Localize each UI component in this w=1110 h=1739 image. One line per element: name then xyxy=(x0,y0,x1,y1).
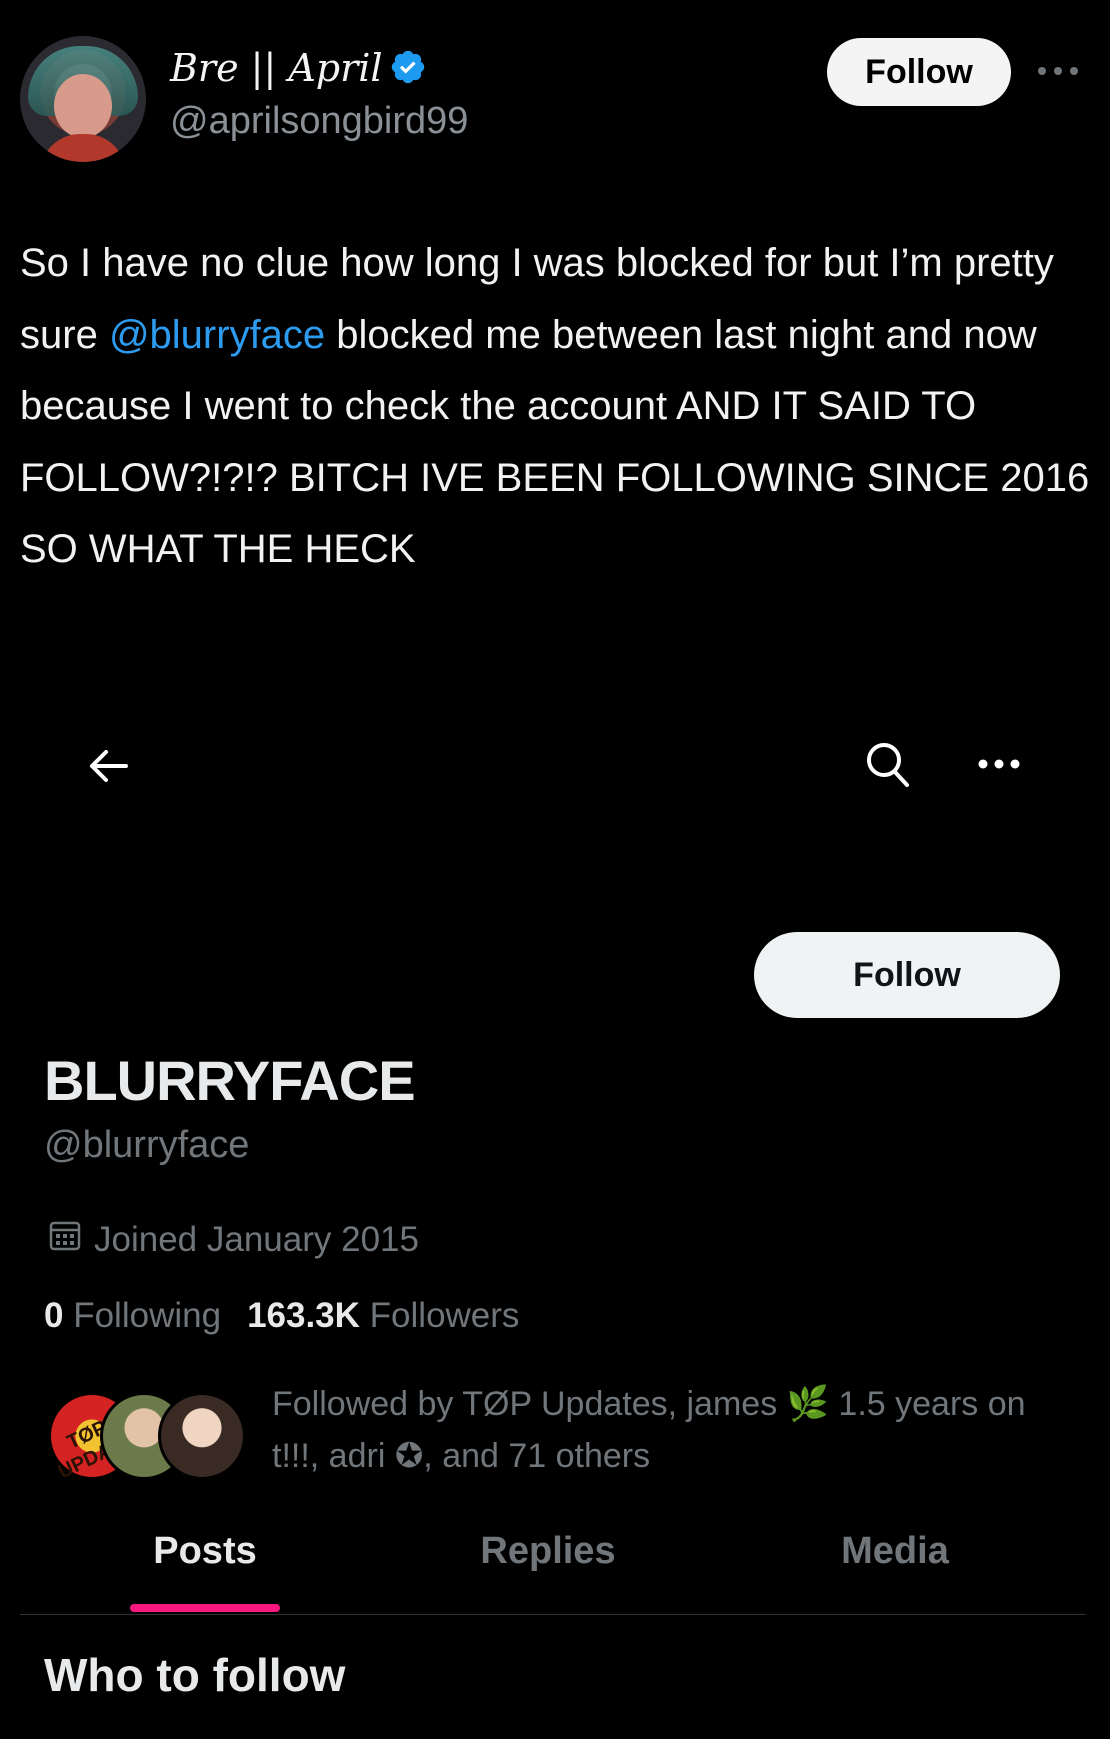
mutual-follower-avatar xyxy=(158,1392,246,1480)
who-to-follow-heading: Who to follow xyxy=(44,1649,346,1701)
profile-handle: @blurryface xyxy=(44,1124,250,1166)
following-link[interactable]: 0 Following xyxy=(44,1296,221,1335)
follow-stats: 0 Following 163.3K Followers xyxy=(44,1296,519,1336)
profile-follow-button[interactable]: Follow xyxy=(754,932,1060,1018)
search-icon[interactable] xyxy=(864,740,912,790)
following-label: Following xyxy=(73,1296,222,1335)
author-handle[interactable]: @aprilsongbird99 xyxy=(170,100,468,143)
joined-date: Joined January 2015 xyxy=(48,1218,419,1261)
back-arrow-icon[interactable] xyxy=(86,744,130,788)
more-horizontal-icon[interactable] xyxy=(1034,56,1082,86)
mention-link[interactable]: @blurryface xyxy=(109,313,325,357)
following-count: 0 xyxy=(44,1296,64,1335)
follow-button[interactable]: Follow xyxy=(827,38,1011,106)
joined-text: Joined January 2015 xyxy=(94,1219,419,1259)
followers-label: Followers xyxy=(369,1296,520,1335)
tab-media[interactable]: Media xyxy=(820,1530,970,1573)
more-horizontal-icon[interactable] xyxy=(976,752,1022,776)
calendar-icon xyxy=(48,1218,82,1261)
author-display-name[interactable]: Bre || April xyxy=(170,46,427,95)
tweet-text: So I have no clue how long I was blocked… xyxy=(20,228,1090,586)
verified-badge-icon xyxy=(389,48,427,95)
tab-replies[interactable]: Replies xyxy=(468,1530,628,1573)
author-avatar[interactable] xyxy=(20,36,146,162)
followers-link[interactable]: 163.3K Followers xyxy=(247,1296,519,1335)
profile-display-name: BLURRYFACE xyxy=(44,1049,416,1112)
author-name-text: Bre || April xyxy=(170,46,383,90)
tabs-divider xyxy=(20,1614,1086,1615)
followers-count: 163.3K xyxy=(247,1296,360,1335)
followed-by-text[interactable]: Followed by TØP Updates, james 🌿 1.5 yea… xyxy=(272,1378,1072,1482)
mutual-followers-avatars[interactable]: TØP UPDATES xyxy=(48,1392,248,1483)
tab-posts[interactable]: Posts xyxy=(130,1530,280,1573)
active-tab-indicator xyxy=(130,1604,280,1612)
